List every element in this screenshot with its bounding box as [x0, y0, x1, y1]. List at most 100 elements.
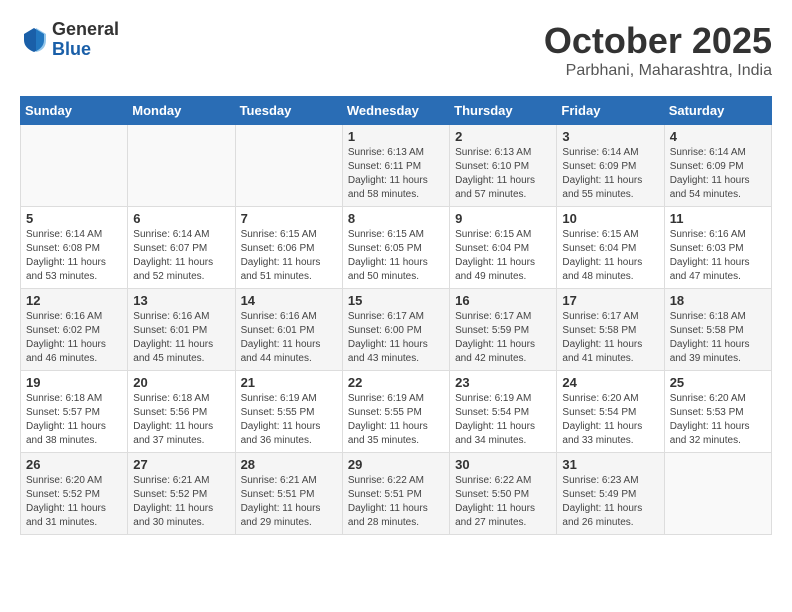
calendar-cell: 23 Sunrise: 6:19 AM Sunset: 5:54 PM Dayli…	[450, 371, 557, 453]
calendar-subtitle: Parbhani, Maharashtra, India	[544, 62, 772, 80]
day-number: 3	[562, 129, 658, 144]
calendar-cell: 15 Sunrise: 6:17 AM Sunset: 6:00 PM Dayli…	[342, 289, 449, 371]
day-info: Sunrise: 6:19 AM Sunset: 5:54 PM Dayligh…	[455, 392, 551, 448]
calendar-cell: 14 Sunrise: 6:16 AM Sunset: 6:01 PM Dayli…	[235, 289, 342, 371]
calendar-cell: 24Sunrise: 6:20 AM Sunset: 5:54 PM Dayli…	[557, 371, 664, 453]
day-info: Sunrise: 6:15 AM Sunset: 6:04 PM Dayligh…	[562, 228, 658, 284]
calendar-cell	[664, 453, 771, 535]
day-info: Sunrise: 6:14 AM Sunset: 6:09 PM Dayligh…	[670, 146, 766, 202]
logo: General Blue	[20, 20, 119, 60]
day-number: 16	[455, 293, 551, 308]
calendar-week-1: 5Sunrise: 6:14 AM Sunset: 6:08 PM Daylig…	[21, 207, 772, 289]
day-number: 12	[26, 293, 122, 308]
calendar-cell: 19Sunrise: 6:18 AM Sunset: 5:57 PM Dayli…	[21, 371, 128, 453]
calendar-cell: 8 Sunrise: 6:15 AM Sunset: 6:05 PM Daylig…	[342, 207, 449, 289]
day-info: Sunrise: 6:16 AM Sunset: 6:01 PM Dayligh…	[241, 310, 337, 366]
day-info: Sunrise: 6:18 AM Sunset: 5:56 PM Dayligh…	[133, 392, 229, 448]
day-info: Sunrise: 6:16 AM Sunset: 6:02 PM Dayligh…	[26, 310, 122, 366]
calendar-cell: 18Sunrise: 6:18 AM Sunset: 5:58 PM Dayli…	[664, 289, 771, 371]
day-number: 25	[670, 375, 766, 390]
day-number: 29	[348, 457, 444, 472]
calendar-cell: 3 Sunrise: 6:14 AM Sunset: 6:09 PM Daylig…	[557, 125, 664, 207]
calendar-cell: 1 Sunrise: 6:13 AM Sunset: 6:11 PM Daylig…	[342, 125, 449, 207]
day-number: 28	[241, 457, 337, 472]
day-number: 6	[133, 211, 229, 226]
header-cell-wednesday: Wednesday	[342, 97, 449, 125]
calendar-cell: 17Sunrise: 6:17 AM Sunset: 5:58 PM Dayli…	[557, 289, 664, 371]
calendar-body: 1 Sunrise: 6:13 AM Sunset: 6:11 PM Daylig…	[21, 125, 772, 535]
logo-icon	[20, 26, 48, 54]
day-number: 27	[133, 457, 229, 472]
calendar-header: SundayMondayTuesdayWednesdayThursdayFrid…	[21, 97, 772, 125]
day-number: 14	[241, 293, 337, 308]
header-cell-saturday: Saturday	[664, 97, 771, 125]
calendar-week-4: 26 Sunrise: 6:20 AM Sunset: 5:52 PM Dayli…	[21, 453, 772, 535]
day-number: 9	[455, 211, 551, 226]
day-number: 7	[241, 211, 337, 226]
header-cell-thursday: Thursday	[450, 97, 557, 125]
day-number: 21	[241, 375, 337, 390]
calendar-cell: 7 Sunrise: 6:15 AM Sunset: 6:06 PM Daylig…	[235, 207, 342, 289]
calendar-cell: 29 Sunrise: 6:22 AM Sunset: 5:51 PM Dayli…	[342, 453, 449, 535]
calendar-cell: 2 Sunrise: 6:13 AM Sunset: 6:10 PM Daylig…	[450, 125, 557, 207]
calendar-cell	[235, 125, 342, 207]
calendar-table: SundayMondayTuesdayWednesdayThursdayFrid…	[20, 96, 772, 535]
calendar-cell: 31 Sunrise: 6:23 AM Sunset: 5:49 PM Dayli…	[557, 453, 664, 535]
header-cell-tuesday: Tuesday	[235, 97, 342, 125]
day-info: Sunrise: 6:16 AM Sunset: 6:03 PM Dayligh…	[670, 228, 766, 284]
day-info: Sunrise: 6:22 AM Sunset: 5:51 PM Dayligh…	[348, 474, 444, 530]
day-number: 20	[133, 375, 229, 390]
header-cell-monday: Monday	[128, 97, 235, 125]
calendar-cell: 27 Sunrise: 6:21 AM Sunset: 5:52 PM Dayli…	[128, 453, 235, 535]
day-number: 23	[455, 375, 551, 390]
day-info: Sunrise: 6:15 AM Sunset: 6:04 PM Dayligh…	[455, 228, 551, 284]
day-number: 4	[670, 129, 766, 144]
logo-text: General Blue	[52, 20, 119, 60]
calendar-cell: 5Sunrise: 6:14 AM Sunset: 6:08 PM Daylig…	[21, 207, 128, 289]
day-number: 2	[455, 129, 551, 144]
day-number: 30	[455, 457, 551, 472]
calendar-cell: 22 Sunrise: 6:19 AM Sunset: 5:55 PM Dayli…	[342, 371, 449, 453]
calendar-cell: 9 Sunrise: 6:15 AM Sunset: 6:04 PM Daylig…	[450, 207, 557, 289]
day-info: Sunrise: 6:17 AM Sunset: 6:00 PM Dayligh…	[348, 310, 444, 366]
day-number: 22	[348, 375, 444, 390]
calendar-cell: 25Sunrise: 6:20 AM Sunset: 5:53 PM Dayli…	[664, 371, 771, 453]
header-cell-friday: Friday	[557, 97, 664, 125]
day-number: 8	[348, 211, 444, 226]
calendar-cell: 10 Sunrise: 6:15 AM Sunset: 6:04 PM Dayli…	[557, 207, 664, 289]
header-cell-sunday: Sunday	[21, 97, 128, 125]
day-number: 11	[670, 211, 766, 226]
day-info: Sunrise: 6:21 AM Sunset: 5:51 PM Dayligh…	[241, 474, 337, 530]
day-info: Sunrise: 6:20 AM Sunset: 5:54 PM Dayligh…	[562, 392, 658, 448]
day-number: 10	[562, 211, 658, 226]
day-number: 19	[26, 375, 122, 390]
day-info: Sunrise: 6:21 AM Sunset: 5:52 PM Dayligh…	[133, 474, 229, 530]
calendar-cell: 26 Sunrise: 6:20 AM Sunset: 5:52 PM Dayli…	[21, 453, 128, 535]
day-info: Sunrise: 6:13 AM Sunset: 6:10 PM Dayligh…	[455, 146, 551, 202]
calendar-cell: 30Sunrise: 6:22 AM Sunset: 5:50 PM Dayli…	[450, 453, 557, 535]
day-info: Sunrise: 6:19 AM Sunset: 5:55 PM Dayligh…	[348, 392, 444, 448]
logo-blue-text: Blue	[52, 40, 119, 60]
day-info: Sunrise: 6:14 AM Sunset: 6:09 PM Dayligh…	[562, 146, 658, 202]
day-number: 18	[670, 293, 766, 308]
day-info: Sunrise: 6:13 AM Sunset: 6:11 PM Dayligh…	[348, 146, 444, 202]
calendar-cell: 4 Sunrise: 6:14 AM Sunset: 6:09 PM Daylig…	[664, 125, 771, 207]
calendar-week-0: 1 Sunrise: 6:13 AM Sunset: 6:11 PM Daylig…	[21, 125, 772, 207]
day-number: 1	[348, 129, 444, 144]
day-number: 17	[562, 293, 658, 308]
day-number: 26	[26, 457, 122, 472]
day-info: Sunrise: 6:15 AM Sunset: 6:06 PM Dayligh…	[241, 228, 337, 284]
day-info: Sunrise: 6:15 AM Sunset: 6:05 PM Dayligh…	[348, 228, 444, 284]
calendar-title: October 2025	[544, 20, 772, 62]
day-info: Sunrise: 6:14 AM Sunset: 6:07 PM Dayligh…	[133, 228, 229, 284]
day-info: Sunrise: 6:23 AM Sunset: 5:49 PM Dayligh…	[562, 474, 658, 530]
day-info: Sunrise: 6:14 AM Sunset: 6:08 PM Dayligh…	[26, 228, 122, 284]
calendar-cell: 6 Sunrise: 6:14 AM Sunset: 6:07 PM Daylig…	[128, 207, 235, 289]
logo-general-text: General	[52, 20, 119, 40]
day-number: 31	[562, 457, 658, 472]
calendar-cell: 20 Sunrise: 6:18 AM Sunset: 5:56 PM Dayli…	[128, 371, 235, 453]
day-number: 15	[348, 293, 444, 308]
page-header: General Blue October 2025 Parbhani, Maha…	[20, 20, 772, 80]
day-info: Sunrise: 6:20 AM Sunset: 5:52 PM Dayligh…	[26, 474, 122, 530]
calendar-cell: 13Sunrise: 6:16 AM Sunset: 6:01 PM Dayli…	[128, 289, 235, 371]
